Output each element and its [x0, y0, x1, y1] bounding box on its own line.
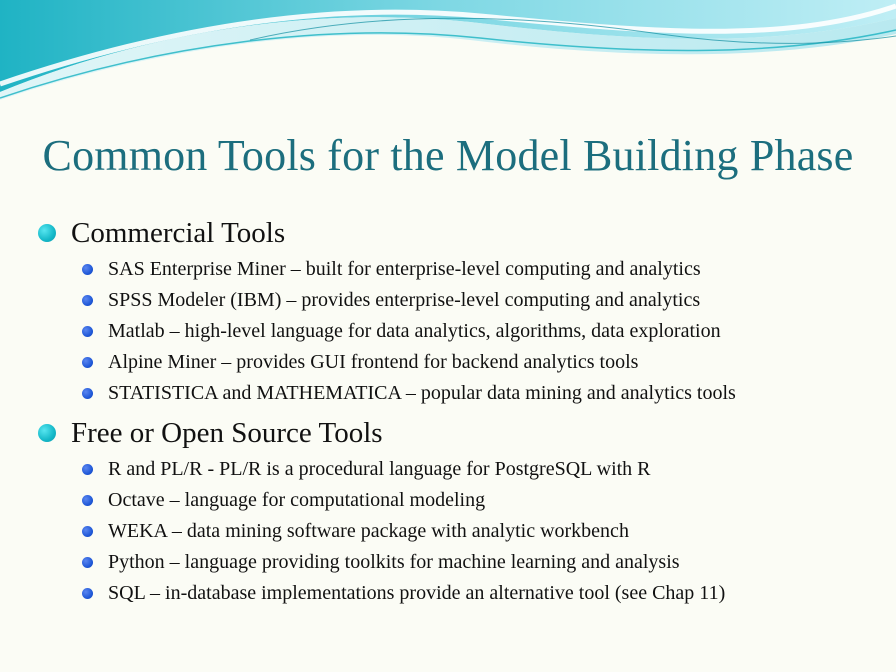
list-item-text: WEKA – data mining software package with… [108, 520, 629, 542]
level2-bullet-icon [82, 464, 93, 475]
level1-bullet-icon [38, 424, 56, 442]
bullet-list: SAS Enterprise Miner – built for enterpr… [38, 254, 736, 409]
section-open-source-tools: Free or Open Source Tools R and PL/R - P… [38, 416, 725, 609]
list-item-text: Octave – language for computational mode… [108, 489, 486, 511]
list-item-text: STATISTICA and MATHEMATICA – popular dat… [108, 382, 736, 404]
level2-bullet-icon [82, 588, 93, 599]
bullet-list: R and PL/R - PL/R is a procedural langua… [38, 454, 725, 609]
list-item: R and PL/R - PL/R is a procedural langua… [82, 454, 725, 485]
level2-bullet-icon [82, 526, 93, 537]
list-item-text: SPSS Modeler (IBM) – provides enterprise… [108, 289, 701, 311]
level2-bullet-icon [82, 388, 93, 399]
list-item: Matlab – high-level language for data an… [82, 316, 736, 347]
decorative-wave-banner [0, 0, 896, 100]
level2-bullet-icon [82, 557, 93, 568]
slide: Common Tools for the Model Building Phas… [0, 0, 896, 672]
level2-bullet-icon [82, 295, 93, 306]
list-item: Python – language providing toolkits for… [82, 547, 725, 578]
level2-bullet-icon [82, 495, 93, 506]
list-item: Alpine Miner – provides GUI frontend for… [82, 347, 736, 378]
section-heading-row: Free or Open Source Tools [38, 416, 725, 449]
slide-title: Common Tools for the Model Building Phas… [42, 131, 854, 180]
list-item: WEKA – data mining software package with… [82, 516, 725, 547]
section-heading-row: Commercial Tools [38, 216, 736, 249]
list-item: SAS Enterprise Miner – built for enterpr… [82, 254, 736, 285]
level2-bullet-icon [82, 264, 93, 275]
list-item-text: SQL – in-database implementations provid… [108, 582, 726, 604]
level2-bullet-icon [82, 326, 93, 337]
section-commercial-tools: Commercial Tools SAS Enterprise Miner – … [38, 216, 736, 409]
list-item-text: Python – language providing toolkits for… [108, 551, 680, 573]
list-item: STATISTICA and MATHEMATICA – popular dat… [82, 378, 736, 409]
list-item-text: Alpine Miner – provides GUI frontend for… [108, 351, 639, 373]
level2-bullet-icon [82, 357, 93, 368]
list-item: SQL – in-database implementations provid… [82, 578, 725, 609]
list-item: SPSS Modeler (IBM) – provides enterprise… [82, 285, 736, 316]
level1-bullet-icon [38, 224, 56, 242]
list-item-text: Matlab – high-level language for data an… [108, 320, 721, 342]
list-item-text: R and PL/R - PL/R is a procedural langua… [108, 458, 651, 480]
list-item-text: SAS Enterprise Miner – built for enterpr… [108, 258, 701, 280]
section-heading: Free or Open Source Tools [71, 416, 383, 449]
section-heading: Commercial Tools [71, 216, 286, 249]
list-item: Octave – language for computational mode… [82, 485, 725, 516]
